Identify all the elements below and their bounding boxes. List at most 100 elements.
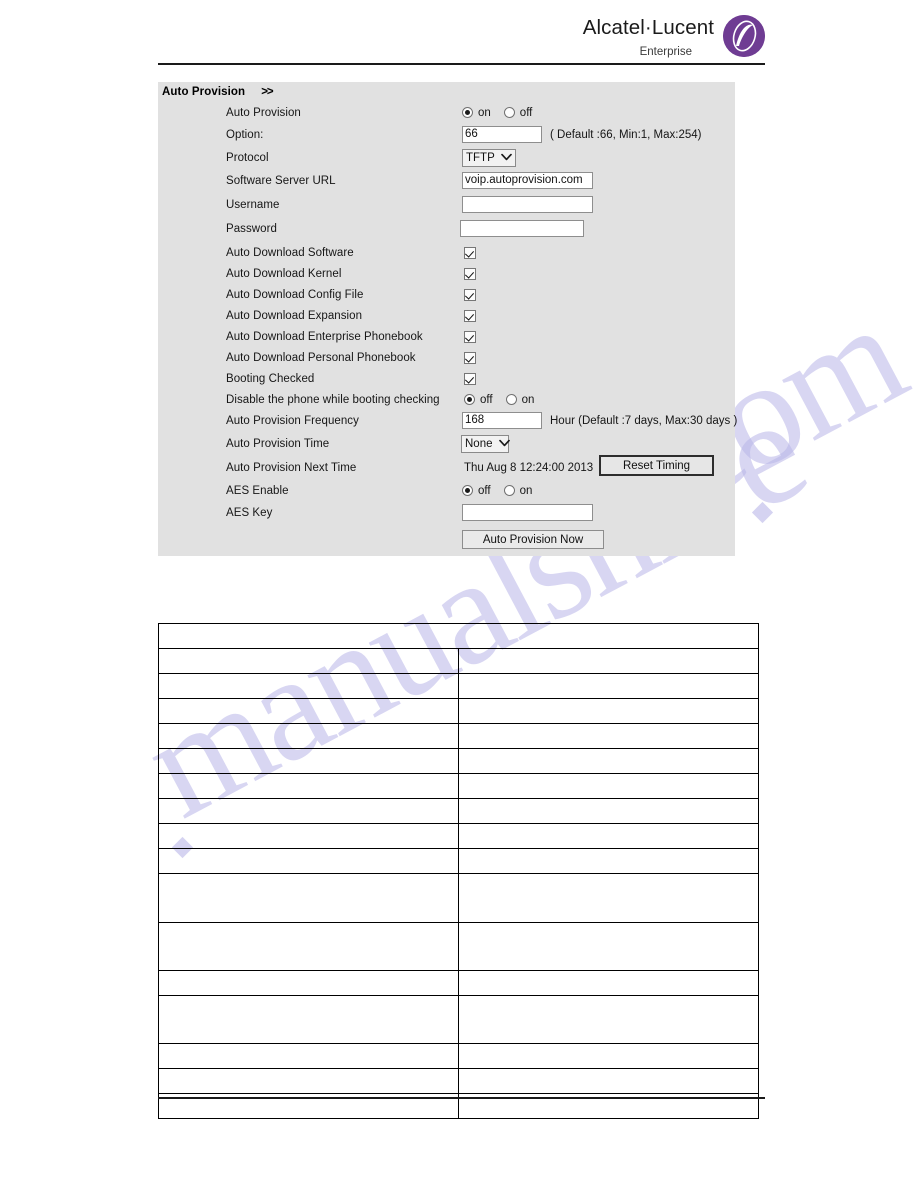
password-input[interactable]: [460, 220, 584, 237]
label-auto-provision-frequency: Auto Provision Frequency: [226, 414, 359, 427]
label-auto-provision-next-time: Auto Provision Next Time: [226, 461, 357, 474]
radio-aes-enable-on[interactable]: [503, 485, 515, 496]
table-cell-description: [458, 648, 759, 674]
table-row: [158, 748, 759, 774]
checkbox-auto-download-enterprise-phonebook[interactable]: [464, 330, 476, 343]
reset-timing-button[interactable]: Reset Timing: [599, 455, 714, 476]
auto-provision-panel: Auto Provision >> Auto Provision on off O…: [158, 82, 738, 556]
radio-group-aes-enable: off on: [462, 485, 532, 497]
checkbox-auto-download-expansion[interactable]: [464, 309, 476, 322]
form-row-auto-download-software: Auto Download Software: [158, 242, 735, 263]
checkbox-auto-download-software[interactable]: [464, 246, 476, 259]
brand-name: Alcatel·Lucent: [582, 16, 714, 39]
radio-label-disable-phone-booting-off: off: [480, 393, 493, 406]
table-cell-label: [158, 1043, 459, 1069]
radio-label-aes-enable-off: off: [478, 484, 491, 497]
auto-provision-next-time-value: Thu Aug 8 12:24:00 2013: [464, 461, 594, 474]
table-cell-description: [458, 823, 759, 849]
protocol-select-value: TFTP: [466, 151, 495, 164]
description-table: [158, 623, 759, 1119]
table-cell-description: [458, 798, 759, 824]
radio-label-auto-provision-off: off: [519, 106, 533, 119]
label-disable-phone-booting: Disable the phone while booting checking: [226, 393, 440, 406]
radio-auto-provision-on[interactable]: [462, 107, 473, 118]
header-divider: [158, 63, 765, 65]
control-booting-checked: [464, 372, 476, 385]
table-row: [158, 648, 759, 674]
control-auto-download-config-file: [464, 288, 476, 301]
table-cell-label: [158, 698, 459, 724]
checkbox-auto-download-config-file[interactable]: [464, 288, 476, 301]
control-auto-download-enterprise-phonebook: [464, 330, 476, 343]
table-cell-label: [158, 848, 459, 874]
table-cell-description: [458, 748, 759, 774]
control-option: 66 ( Default :66, Min:1, Max:254): [462, 126, 701, 143]
brand-logo-text: Alcatel·Lucent Enterprise: [583, 14, 714, 60]
table-cell-description: [458, 698, 759, 724]
form-row-auto-download-expansion: Auto Download Expansion: [158, 305, 735, 326]
radio-auto-provision-off[interactable]: [503, 107, 515, 118]
aes-key-input[interactable]: [462, 504, 593, 521]
checkbox-booting-checked[interactable]: [464, 372, 476, 385]
radio-group-disable-phone-booting: off on: [464, 394, 534, 406]
software-server-url-input[interactable]: voip.autoprovision.com: [462, 172, 593, 189]
auto-provision-now-button[interactable]: Auto Provision Now: [462, 530, 604, 549]
table-cell-label: [158, 798, 459, 824]
option-input[interactable]: 66: [462, 126, 542, 143]
table-row: [158, 922, 759, 971]
radio-aes-enable-off[interactable]: [462, 485, 473, 496]
form-row-auto-download-config-file: Auto Download Config File: [158, 284, 735, 305]
table-cell-description: [458, 970, 759, 996]
auto-provision-time-select[interactable]: None: [461, 434, 510, 453]
radio-label-auto-provision-on: on: [478, 106, 491, 119]
username-input[interactable]: [462, 196, 593, 213]
label-option: Option:: [226, 128, 264, 141]
control-auto-download-software: [464, 246, 476, 259]
brand-logo: Alcatel·Lucent Enterprise: [583, 14, 765, 60]
label-auto-download-personal-phonebook: Auto Download Personal Phonebook: [226, 351, 416, 364]
control-protocol: TFTP: [462, 148, 516, 167]
table-cell-label: [158, 723, 459, 749]
table-cell-label: [158, 773, 459, 799]
label-auto-provision-time: Auto Provision Time: [226, 437, 330, 450]
control-auto-provision-time: None: [461, 434, 510, 453]
form-row-software-server-url: Software Server URL voip.autoprovision.c…: [158, 170, 735, 191]
table-cell-description: [458, 922, 759, 971]
label-aes-enable: AES Enable: [226, 484, 289, 497]
radio-disable-phone-booting-off[interactable]: [464, 394, 475, 405]
label-auto-provision: Auto Provision: [226, 106, 301, 119]
control-software-server-url: voip.autoprovision.com: [462, 172, 593, 189]
panel-title-text: Auto Provision: [162, 86, 246, 98]
footer-divider: [158, 1097, 765, 1099]
control-auto-download-expansion: [464, 309, 476, 322]
control-username: [462, 196, 593, 213]
option-hint: ( Default :66, Min:1, Max:254): [550, 128, 702, 141]
form-row-auto-download-kernel: Auto Download Kernel: [158, 263, 735, 284]
table-row: [158, 970, 759, 996]
table-cell-description: [458, 1043, 759, 1069]
radio-disable-phone-booting-on[interactable]: [505, 394, 517, 405]
table-cell-label: [158, 673, 459, 699]
label-auto-download-kernel: Auto Download Kernel: [226, 267, 342, 280]
table-cell-description: [458, 673, 759, 699]
description-table-body: [158, 623, 759, 1119]
table-cell-label: [158, 873, 459, 923]
table-row: [158, 823, 759, 849]
auto-provision-frequency-input[interactable]: 168: [462, 412, 542, 429]
radio-label-aes-enable-on: on: [519, 484, 533, 497]
form-row-disable-phone-booting: Disable the phone while booting checking…: [158, 389, 735, 410]
checkbox-auto-download-kernel[interactable]: [464, 267, 476, 280]
form-row-protocol: Protocol TFTP: [158, 147, 735, 168]
table-row: [158, 1068, 759, 1094]
label-auto-download-software: Auto Download Software: [226, 246, 354, 259]
table-row: [158, 698, 759, 724]
table-cell-label: [158, 648, 459, 674]
label-software-server-url: Software Server URL: [226, 174, 336, 187]
auto-provision-frequency-hint: Hour (Default :7 days, Max:30 days ): [550, 414, 738, 427]
table-cell-label: [158, 995, 459, 1044]
label-auto-download-enterprise-phonebook: Auto Download Enterprise Phonebook: [226, 330, 423, 343]
form-row-auto-provision-frequency: Auto Provision Frequency 168 Hour (Defau…: [158, 410, 738, 431]
table-cell-description: [458, 1068, 759, 1094]
protocol-select[interactable]: TFTP: [462, 148, 516, 167]
checkbox-auto-download-personal-phonebook[interactable]: [464, 351, 476, 364]
